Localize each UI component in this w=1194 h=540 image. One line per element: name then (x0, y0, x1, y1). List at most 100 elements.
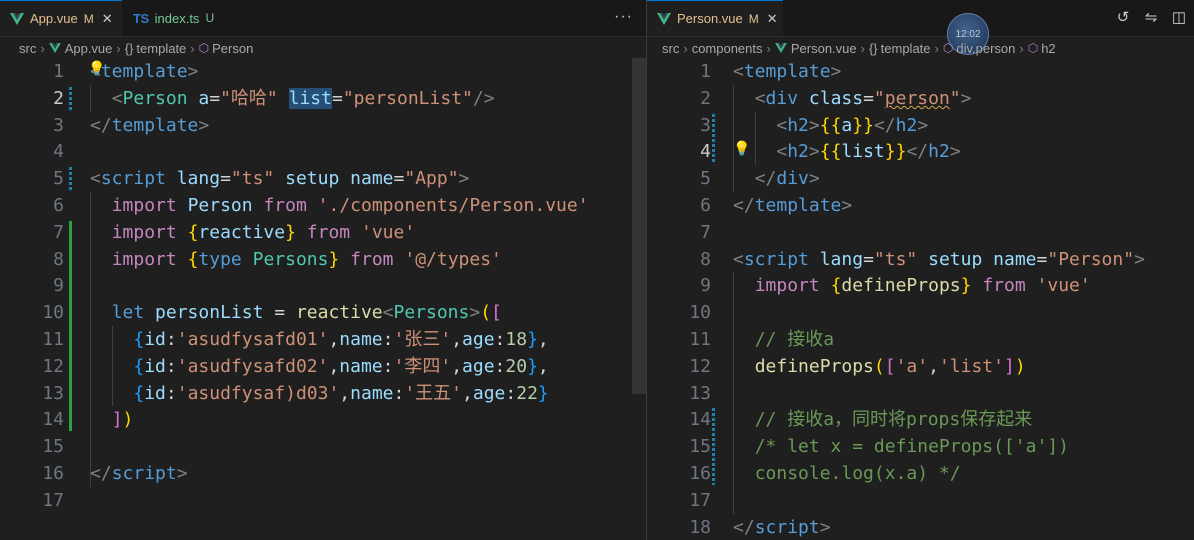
code-token: import (754, 275, 820, 297)
lightbulb-icon[interactable]: 💡 (88, 60, 105, 77)
code-text: </template> (90, 112, 209, 139)
code-line[interactable]: 7 (647, 219, 1194, 246)
code-text: // 接收a (733, 326, 834, 353)
code-token: [ (884, 355, 896, 377)
code-text: /* let x = defineProps(['a']) (733, 433, 1069, 460)
code-token: setup (285, 168, 340, 190)
scrollbar-thumb[interactable] (632, 58, 646, 394)
code-line[interactable]: 17 (0, 487, 646, 514)
code-token: < (776, 114, 788, 136)
code-token: "ts" (230, 168, 275, 190)
code-token: < (111, 87, 123, 109)
code-token: "Person" (1047, 248, 1135, 270)
breadcrumb-item[interactable]: Person.vue (791, 41, 857, 56)
code-line[interactable]: 14 ]) (0, 406, 646, 433)
line-number: 7 (700, 221, 711, 243)
code-line[interactable]: 13 (647, 380, 1194, 407)
symbol-icon: ⬡ (942, 41, 954, 55)
code-token: import (111, 195, 177, 216)
tab-bar-left: App.vue M ✕ TS index.ts U ··· (0, 0, 646, 37)
breadcrumb-item[interactable]: src (19, 41, 36, 56)
code-line[interactable]: 12 {id:'asudfysafd02',name:'李四',age:20}, (0, 353, 646, 380)
code-line[interactable]: 17 (647, 487, 1194, 514)
code-line[interactable]: 9 (0, 272, 646, 299)
close-icon[interactable]: ✕ (767, 11, 778, 27)
code-line[interactable]: 10 let personList = reactive<Persons>([ (0, 299, 646, 326)
line-number: 3 (700, 114, 711, 136)
code-line[interactable]: 3 <h2>{{a}}</h2> (647, 112, 1194, 139)
code-token: 22 (516, 382, 538, 404)
breadcrumb-item[interactable]: div.person (956, 41, 1015, 56)
code-line[interactable]: 1 <template> (647, 58, 1194, 85)
code-token: defineProps (754, 355, 874, 377)
close-icon[interactable]: ✕ (102, 11, 113, 27)
split-editor-icon[interactable]: ◫ (1170, 8, 1188, 26)
code-token: , (928, 355, 939, 377)
code-line[interactable]: 11 // 接收a (647, 326, 1194, 353)
code-line[interactable]: 11 {id:'asudfysafd01',name:'张三',age:18}, (0, 326, 646, 353)
code-line[interactable]: 6 </template> (647, 192, 1194, 219)
code-line[interactable]: 7 import {reactive} from 'vue' (0, 219, 646, 246)
code-line[interactable]: 2 <div class="person"> (647, 85, 1194, 112)
scrollbar[interactable] (632, 58, 646, 540)
line-number: 6 (700, 195, 711, 216)
code-line[interactable]: 18 </script> (647, 514, 1194, 540)
code-text: // 接收a，同时将props保存起来 (733, 406, 1033, 433)
chevron-right-icon: › (40, 40, 45, 56)
code-text: </script> (733, 514, 831, 540)
code-line[interactable]: 6 import Person from './components/Perso… (0, 192, 646, 219)
code-line[interactable]: 5 <script lang="ts" setup name="App"> (0, 165, 646, 192)
code-line[interactable]: 5 </div> (647, 165, 1194, 192)
line-number: 3 (53, 114, 64, 136)
code-line[interactable]: 15 /* let x = defineProps(['a']) (647, 433, 1194, 460)
code-line[interactable]: 12 defineProps(['a','list']) (647, 353, 1194, 380)
breadcrumb-item[interactable]: Person (212, 41, 253, 56)
compare-icon[interactable]: ⇋ (1142, 8, 1160, 26)
code-line[interactable]: 8 <script lang="ts" setup name="Person"> (647, 246, 1194, 273)
code-token: > (1134, 248, 1145, 270)
code-token: }} (884, 141, 907, 163)
code-line[interactable]: 4 (0, 138, 646, 165)
code-line[interactable]: 10 (647, 299, 1194, 326)
code-line[interactable]: 16 </script> (0, 460, 646, 487)
tab-person-vue[interactable]: Person.vue M ✕ (647, 0, 783, 36)
breadcrumb-item[interactable]: App.vue (65, 41, 113, 56)
lightbulb-icon[interactable]: 💡 (733, 140, 750, 157)
code-line[interactable]: 15 (0, 433, 646, 460)
breadcrumb-item[interactable]: template (136, 41, 186, 56)
code-token: </ (733, 195, 755, 216)
breadcrumb-item[interactable]: template (881, 41, 931, 56)
breadcrumb-item[interactable]: src (662, 41, 679, 56)
code-line[interactable]: 2 <Person a="哈哈" list="personList"/> (0, 85, 646, 112)
breadcrumb-item[interactable]: h2 (1041, 41, 1055, 56)
code-token: reactive (295, 302, 383, 324)
code-line[interactable]: 3 </template> (0, 112, 646, 139)
code-token: : (505, 382, 517, 404)
code-token: template (743, 61, 831, 82)
more-actions-icon[interactable]: ··· (614, 8, 633, 26)
breadcrumb-item[interactable]: components (692, 41, 763, 56)
code-token: template (111, 114, 199, 136)
code-text: </script> (90, 460, 188, 487)
tab-app-vue[interactable]: App.vue M ✕ (0, 0, 122, 36)
code-token: lang (176, 168, 221, 190)
code-line[interactable]: 14 // 接收a，同时将props保存起来 (647, 406, 1194, 433)
code-line[interactable]: 8 import {type Persons} from '@/types' (0, 246, 646, 273)
timeline-icon[interactable]: ↺ (1114, 8, 1132, 26)
chevron-right-icon: › (860, 40, 865, 56)
code-line[interactable]: 16 console.log(x.a) */ (647, 460, 1194, 487)
code-editor[interactable]: 1 <template> 2 <div class="person"> 3 <h2>{… (647, 58, 1194, 540)
code-token: </ (90, 114, 112, 136)
code-line[interactable]: 13 {id:'asudfysaf)d03',name:'王五',age:22} (0, 380, 646, 407)
code-line[interactable]: 9 import {defineProps} from 'vue' (647, 272, 1194, 299)
code-text: <template> (733, 58, 841, 85)
code-token: from (350, 248, 394, 270)
code-editor[interactable]: 1 <template> 2 <Person a="哈哈" list="person… (0, 58, 646, 540)
braces-icon: {} (868, 40, 878, 56)
editor-actions: ↺ ⇋ ◫ (1114, 8, 1188, 26)
tab-index-ts[interactable]: TS index.ts U (123, 0, 233, 36)
code-line[interactable]: 4 <h2>{{list}}</h2> (647, 138, 1194, 165)
